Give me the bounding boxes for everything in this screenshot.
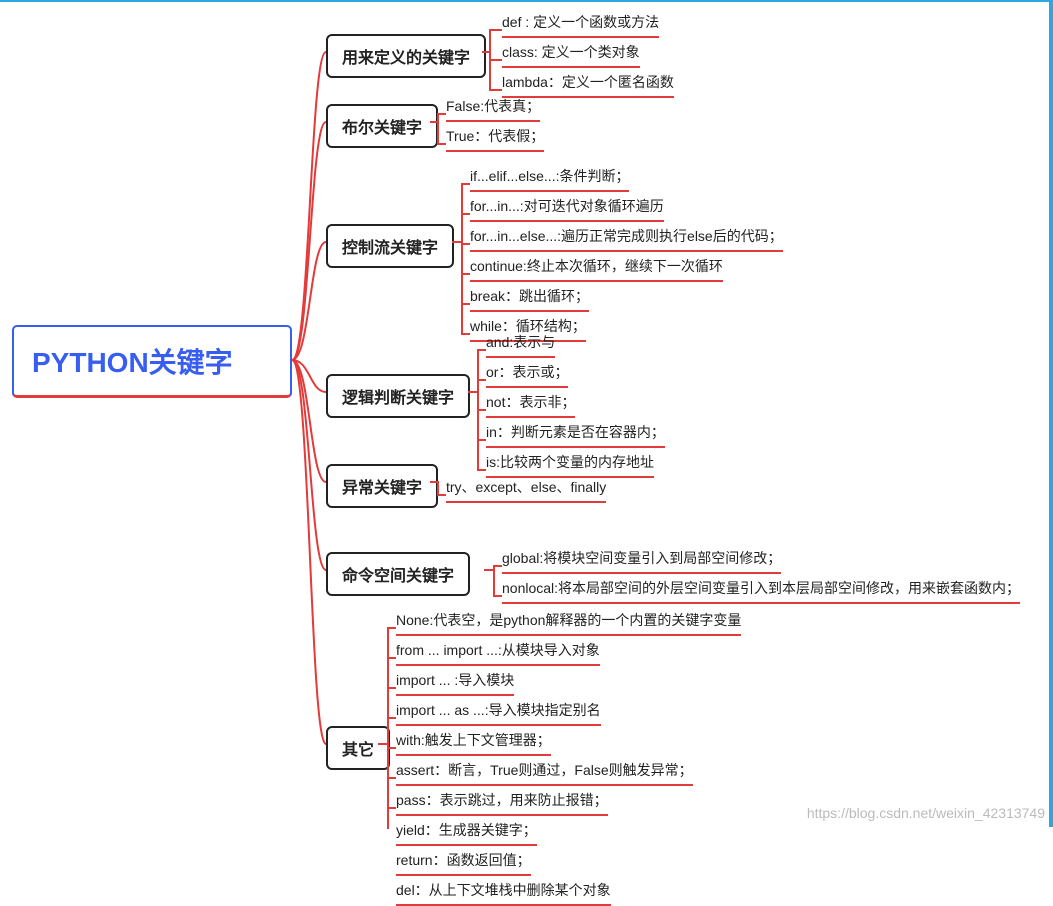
branch-bool[interactable]: 布尔关键字 xyxy=(326,104,438,148)
branch-define[interactable]: 用来定义的关键字 xyxy=(326,34,486,78)
branch-label: 用来定义的关键字 xyxy=(342,50,470,67)
branch-other[interactable]: 其它 xyxy=(326,726,390,770)
branch-control-flow[interactable]: 控制流关键字 xyxy=(326,224,454,268)
leaf-text[interactable]: global:将模块空间变量引入到局部空间修改； xyxy=(502,544,781,574)
branch-exception[interactable]: 异常关键字 xyxy=(326,464,438,508)
leaf-text[interactable]: class: 定义一个类对象 xyxy=(502,38,640,68)
root-title: PYTHON关键字 xyxy=(32,341,233,381)
leaf-text[interactable]: assert：断言，True则通过，False则触发异常； xyxy=(396,756,693,786)
leaf-text[interactable]: return：函数返回值； xyxy=(396,846,531,876)
leaf-text[interactable]: or：表示或； xyxy=(486,358,568,388)
branch-label: 异常关键字 xyxy=(342,480,422,497)
leaf-text[interactable]: if...elif...else...:条件判断； xyxy=(470,162,629,192)
branch-namespace[interactable]: 命令空间关键字 xyxy=(326,552,470,596)
leaf-text[interactable]: and:表示与 xyxy=(486,328,555,358)
branch-logic[interactable]: 逻辑判断关键字 xyxy=(326,374,470,418)
leaf-text[interactable]: break：跳出循环； xyxy=(470,282,589,312)
leaf-text[interactable]: with:触发上下文管理器； xyxy=(396,726,551,756)
leaf-text[interactable]: for...in...else...:遍历正常完成则执行else后的代码； xyxy=(470,222,783,252)
leaf-text[interactable]: def : 定义一个函数或方法 xyxy=(502,8,659,38)
branch-label: 命令空间关键字 xyxy=(342,568,454,585)
leaf-text[interactable]: for...in...:对可迭代对象循环遍历 xyxy=(470,192,664,222)
leaf-text[interactable]: not：表示非； xyxy=(486,388,575,418)
leaf-text[interactable]: try、except、else、finally xyxy=(446,473,606,503)
leaf-text[interactable]: import ... as ...:导入模块指定别名 xyxy=(396,696,601,726)
leaf-text[interactable]: True：代表假； xyxy=(446,122,544,152)
branch-label: 其它 xyxy=(342,742,374,759)
leaf-text[interactable]: continue:终止本次循环，继续下一次循环 xyxy=(470,252,723,282)
root-node[interactable]: PYTHON关键字 xyxy=(12,325,292,398)
branch-label: 控制流关键字 xyxy=(342,240,438,257)
leaf-text[interactable]: in：判断元素是否在容器内； xyxy=(486,418,665,448)
branch-label: 逻辑判断关键字 xyxy=(342,390,454,407)
leaf-text[interactable]: pass：表示跳过，用来防止报错； xyxy=(396,786,608,816)
leaf-text[interactable]: None:代表空，是python解释器的一个内置的关键字变量 xyxy=(396,606,741,636)
leaf-text[interactable]: del：从上下文堆栈中删除某个对象 xyxy=(396,876,611,906)
leaf-text[interactable]: import ... :导入模块 xyxy=(396,666,514,696)
mindmap-canvas: { "root": { "title": "PYTHON关键字" }, "bra… xyxy=(0,2,1053,829)
leaf-text[interactable]: from ... import ...:从模块导入对象 xyxy=(396,636,600,666)
leaf-text[interactable]: yield：生成器关键字； xyxy=(396,816,537,846)
watermark: https://blog.csdn.net/weixin_42313749 xyxy=(807,805,1045,821)
branch-label: 布尔关键字 xyxy=(342,120,422,137)
leaf-text[interactable]: False:代表真； xyxy=(446,92,540,122)
leaf-text[interactable]: nonlocal:将本局部空间的外层空间变量引入到本层局部空间修改，用来嵌套函数… xyxy=(502,574,1020,604)
